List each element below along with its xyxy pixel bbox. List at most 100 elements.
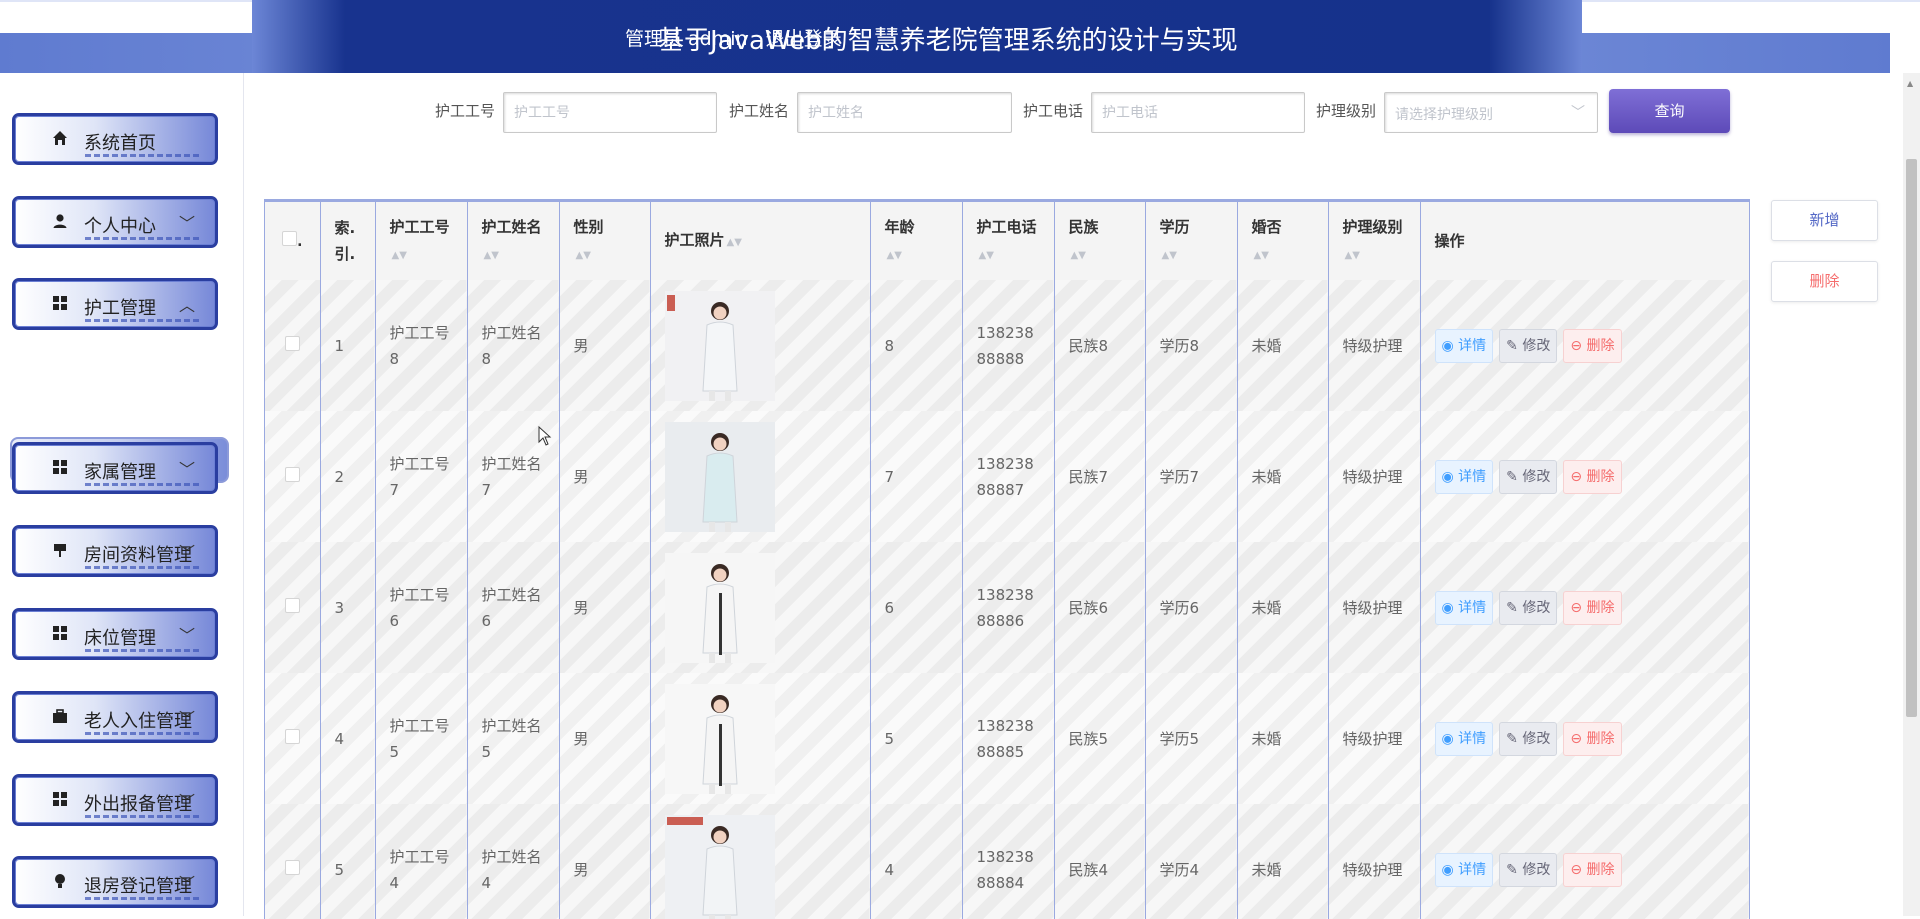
sort-icon[interactable]: ▲▼ [1071,243,1086,269]
cell-age: 6 [870,542,962,673]
page-scrollbar[interactable]: ▲ [1903,73,1920,916]
menu-item-caregiver[interactable]: 护工管理 ︿ [12,278,218,330]
caregiver-code-input[interactable] [503,92,717,133]
detail-button[interactable]: ◉ 详情 [1435,329,1494,363]
header-label: 索.引. [335,219,356,263]
detail-label: 详情 [1458,862,1486,878]
detail-button[interactable]: ◉ 详情 [1435,853,1494,887]
cell-gender: 男 [559,280,650,411]
caregiver-name-input[interactable] [797,92,1012,133]
table-body: 1护工工号8护工姓名8男813823888888民族8学历8未婚特级护理◉ 详情… [265,280,1749,919]
header-edu[interactable]: 学历▲▼ [1145,202,1237,280]
pencil-icon: ✎ [1506,469,1518,485]
chevron-down-icon: ﹀ [179,705,195,729]
row-delete-button[interactable]: ⊖ 删除 [1563,329,1621,363]
menu-item-outing[interactable]: 外出报备管理 ﹀ [12,774,218,826]
caregiver-photo[interactable] [665,684,775,794]
select-all-header: . [265,202,320,280]
table-header-row: . 索.引. 护工工号▲▼ 护工姓名▲▼ 性别 ▲▼ 护工照片▲▼ 年龄▲▼ 护工… [265,202,1749,280]
chevron-down-icon: ﹀ [1571,102,1585,122]
row-checkbox[interactable] [285,598,300,613]
sort-icon[interactable]: ▲▼ [392,243,407,269]
caregiver-photo[interactable] [665,422,775,532]
sort-icon[interactable]: ▲▼ [727,230,742,256]
sort-icon[interactable]: ▲▼ [1254,243,1269,269]
sidebar: 系统首页 个人中心 ﹀ 护工管理 ︿ 护工 家属管理 ﹀ 房间资料管理 ﹀ [0,73,244,916]
care-level-select[interactable]: 请选择护理级别 ﹀ [1384,92,1598,133]
sort-icon[interactable]: ▲▼ [979,243,994,269]
detail-button[interactable]: ◉ 详情 [1435,460,1494,494]
menu-item-checkin[interactable]: 老人入住管理 ﹀ [12,691,218,743]
header-code[interactable]: 护工工号▲▼ [375,202,467,280]
query-button[interactable]: 查询 [1609,89,1730,133]
menu-label: 外出报备管理 [84,790,192,816]
header-name[interactable]: 护工姓名▲▼ [467,202,559,280]
mouse-cursor-icon [538,426,552,451]
caregiver-photo[interactable] [665,815,775,919]
row-checkbox[interactable] [285,467,300,482]
table-row: 4护工工号5护工姓名5男513823888885民族5学历5未婚特级护理◉ 详情… [265,673,1749,804]
delete-label: 删除 [1587,862,1615,878]
edit-button[interactable]: ✎ 修改 [1499,722,1557,756]
menu-item-home[interactable]: 系统首页 [12,113,218,165]
scroll-up-icon[interactable]: ▲ [1907,79,1913,88]
sort-icon[interactable]: ▲▼ [576,243,591,269]
cell-photo [650,411,870,542]
scroll-thumb[interactable] [1906,159,1917,717]
caregiver-photo[interactable] [665,291,775,401]
minus-circle-icon: ⊖ [1570,338,1582,354]
cell-married: 未婚 [1237,280,1328,411]
edit-button[interactable]: ✎ 修改 [1499,460,1557,494]
pencil-icon: ✎ [1506,600,1518,616]
cell-name: 护工姓名6 [467,542,559,673]
cell-name: 护工姓名4 [467,804,559,919]
edit-button[interactable]: ✎ 修改 [1499,591,1557,625]
header-gender[interactable]: 性别 ▲▼ [559,202,650,280]
cell-phone: 13823888885 [962,673,1054,804]
menu-item-bed[interactable]: 床位管理 ﹀ [12,608,218,660]
menu-item-family[interactable]: 家属管理 ﹀ [12,442,218,494]
detail-button[interactable]: ◉ 详情 [1435,722,1494,756]
menu-label: 老人入住管理 [84,707,192,733]
header-level[interactable]: 护理级别▲▼ [1328,202,1420,280]
header-ethnic[interactable]: 民族▲▼ [1054,202,1145,280]
eye-icon: ◉ [1442,862,1454,878]
row-checkbox[interactable] [285,860,300,875]
caregiver-table: . 索.引. 护工工号▲▼ 护工姓名▲▼ 性别 ▲▼ 护工照片▲▼ 年龄▲▼ 护工… [264,199,1750,919]
header-photo[interactable]: 护工照片▲▼ [650,202,870,280]
header-age[interactable]: 年龄▲▼ [870,202,962,280]
header-phone[interactable]: 护工电话▲▼ [962,202,1054,280]
row-delete-button[interactable]: ⊖ 删除 [1563,722,1621,756]
cell-name: 护工姓名8 [467,280,559,411]
menu-underline [85,566,201,569]
caregiver-code-label: 护工工号 [435,100,495,121]
header-married[interactable]: 婚否▲▼ [1237,202,1328,280]
edit-button[interactable]: ✎ 修改 [1499,329,1557,363]
menu-item-personal[interactable]: 个人中心 ﹀ [12,196,218,248]
edit-button[interactable]: ✎ 修改 [1499,853,1557,887]
cell-ethnic: 民族5 [1054,673,1145,804]
delete-label: 删除 [1587,731,1615,747]
sort-icon[interactable]: ▲▼ [1345,243,1360,269]
detail-button[interactable]: ◉ 详情 [1435,591,1494,625]
caregiver-photo[interactable] [665,553,775,663]
row-checkbox[interactable] [285,336,300,351]
menu-item-room[interactable]: 房间资料管理 ﹀ [12,525,218,577]
caregiver-phone-input[interactable] [1091,92,1305,133]
row-checkbox[interactable] [285,729,300,744]
sort-icon[interactable]: ▲▼ [1162,243,1177,269]
cell-phone: 13823888886 [962,542,1054,673]
menu-underline [85,815,201,818]
sort-icon[interactable]: ▲▼ [484,243,499,269]
sort-icon[interactable]: ▲▼ [887,243,902,269]
add-button[interactable]: 新增 [1771,200,1878,241]
select-all-checkbox[interactable] [282,231,297,246]
minus-circle-icon: ⊖ [1570,731,1582,747]
row-delete-button[interactable]: ⊖ 删除 [1563,853,1621,887]
menu-item-checkout[interactable]: 退房登记管理 ﹀ [12,856,218,908]
delete-button[interactable]: 删除 [1771,261,1878,302]
cell-ethnic: 民族6 [1054,542,1145,673]
row-delete-button[interactable]: ⊖ 删除 [1563,591,1621,625]
row-delete-button[interactable]: ⊖ 删除 [1563,460,1621,494]
header-label: 性别 [574,218,604,236]
